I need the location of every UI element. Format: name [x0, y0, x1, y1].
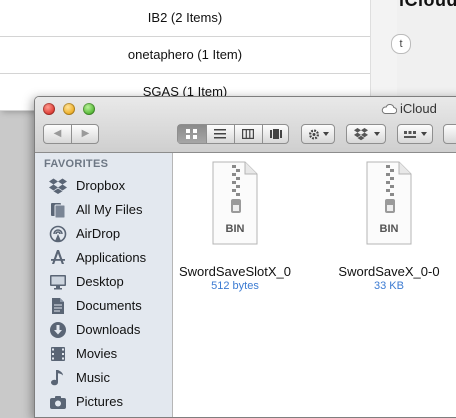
file-name: SwordSaveX_0-0	[338, 264, 440, 279]
titlebar: iCloud ◀ ▶	[35, 97, 456, 153]
applications-icon	[51, 250, 65, 264]
dropbox-icon	[354, 128, 368, 141]
file-name: SwordSaveSlotX_0	[178, 264, 291, 279]
sidebar-item-downloads[interactable]: Downloads	[35, 318, 172, 342]
movies-icon	[51, 347, 65, 361]
file-type-badge: BIN	[379, 223, 399, 235]
icon-view-icon	[186, 129, 197, 139]
column-view-button[interactable]	[234, 125, 263, 143]
sidebar-item-applications[interactable]: Applications	[35, 246, 172, 270]
list-view-button[interactable]	[206, 125, 235, 143]
finder-window: iCloud ◀ ▶ FAVORITES Dropbox All My File…	[34, 96, 456, 418]
column-view-icon	[242, 129, 254, 139]
background-pane: iCloud t	[391, 0, 456, 110]
action-menu-button[interactable]	[301, 124, 335, 144]
arrange-menu-button[interactable]	[397, 124, 433, 144]
list-view-icon	[214, 129, 226, 139]
pictures-icon	[50, 396, 66, 409]
sidebar-item-movies[interactable]: Movies	[35, 342, 172, 366]
forward-icon[interactable]: ▶	[72, 128, 99, 139]
file-size: 512 bytes	[211, 280, 259, 292]
back-icon[interactable]: ◀	[44, 128, 71, 139]
toolbar-overflow-button[interactable]	[443, 124, 456, 144]
dropbox-icon	[49, 178, 67, 194]
sidebar-item-label: AirDrop	[76, 226, 121, 241]
minimize-button[interactable]	[63, 103, 75, 115]
airdrop-icon	[49, 225, 67, 243]
dropbox-menu-button[interactable]	[346, 124, 386, 144]
all-files-icon	[51, 203, 66, 219]
sidebar-item-label: Documents	[76, 298, 142, 313]
arrange-icon	[404, 131, 416, 138]
list-row[interactable]: IB2 (2 Items)	[0, 0, 370, 37]
zoom-button[interactable]	[83, 103, 95, 115]
back-forward-control[interactable]: ◀ ▶	[43, 124, 99, 144]
sidebar-item-label: Desktop	[76, 274, 124, 289]
downloads-icon	[50, 322, 66, 338]
icon-view-button[interactable]	[178, 125, 207, 143]
view-mode-control[interactable]	[177, 124, 289, 144]
list-row[interactable]: onetaphero (1 Item)	[0, 37, 370, 74]
sidebar-item-label: Music	[76, 370, 110, 385]
sidebar-item-label: Movies	[76, 346, 118, 361]
sidebar-item-dropbox[interactable]: Dropbox	[35, 174, 172, 198]
gear-icon	[308, 129, 320, 140]
sidebar-item-airdrop[interactable]: AirDrop	[35, 222, 172, 246]
file-browser-content: BIN SwordSaveSlotX_0 512 bytes BIN Sword…	[173, 153, 456, 417]
coverflow-view-icon	[270, 129, 282, 139]
cloud-icon	[381, 104, 397, 114]
sidebar: FAVORITES Dropbox All My Files AirDrop A…	[35, 153, 173, 417]
sidebar-item-label: Applications	[76, 250, 147, 265]
sidebar-item-label: Dropbox	[76, 178, 126, 193]
background-window: IB2 (2 Items) onetaphero (1 Item) SGAS (…	[0, 0, 397, 111]
file-type-badge: BIN	[225, 223, 245, 235]
music-icon	[51, 370, 63, 386]
window-title-text: iCloud	[400, 101, 437, 116]
coverflow-view-button[interactable]	[262, 125, 290, 143]
background-title-fragment: iCloud	[399, 0, 456, 10]
documents-icon	[52, 298, 64, 314]
close-button[interactable]	[43, 103, 55, 115]
sidebar-item-label: All My Files	[76, 202, 143, 217]
sidebar-item-label: Downloads	[76, 322, 141, 337]
scrollbar[interactable]	[370, 0, 397, 110]
file-size: 33 KB	[374, 280, 404, 292]
list-row-label: IB2 (2 Items)	[147, 10, 223, 25]
sidebar-item-music[interactable]: Music	[35, 366, 172, 390]
window-title: iCloud	[381, 101, 437, 116]
list-row-label: onetaphero (1 Item)	[127, 47, 243, 62]
desktop-icon	[50, 275, 66, 290]
background-pill-button[interactable]: t	[391, 34, 411, 54]
sidebar-item-pictures[interactable]: Pictures	[35, 390, 172, 414]
sidebar-heading: FAVORITES	[44, 158, 109, 170]
sidebar-item-desktop[interactable]: Desktop	[35, 270, 172, 294]
sidebar-item-documents[interactable]: Documents	[35, 294, 172, 318]
sidebar-item-all-my-files[interactable]: All My Files	[35, 198, 172, 222]
